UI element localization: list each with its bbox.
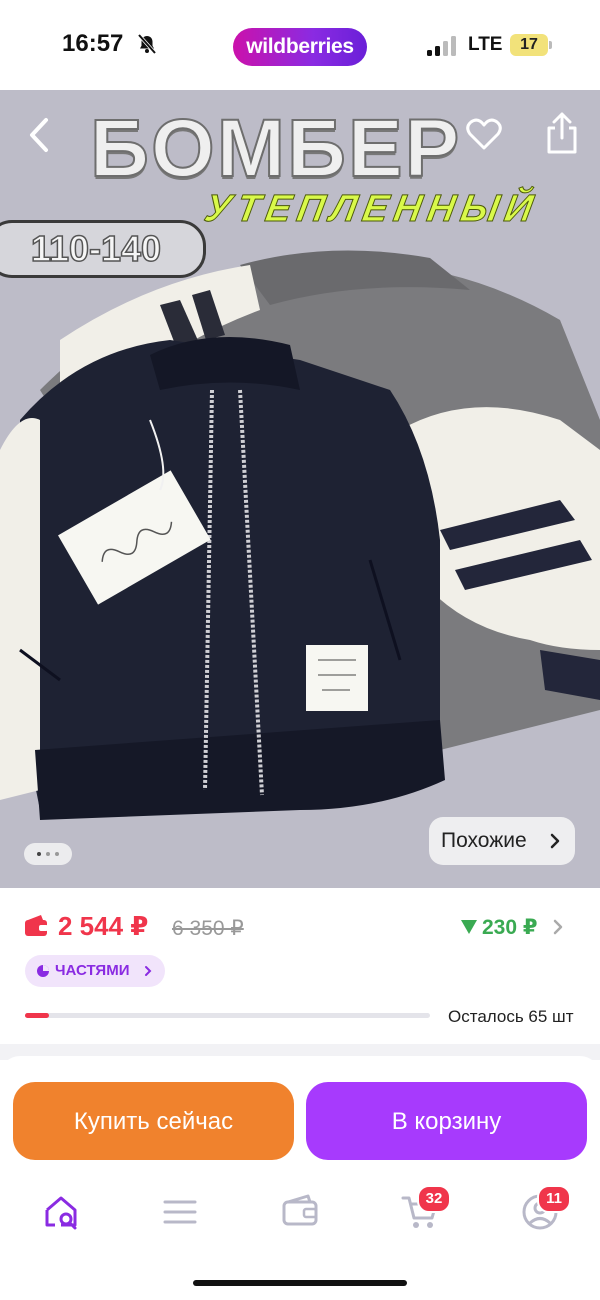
status-bar: 16:57 wildberries LTE 17 bbox=[0, 0, 600, 90]
share-icon bbox=[547, 112, 577, 154]
heart-icon bbox=[466, 118, 502, 150]
similar-label: Похожие bbox=[441, 829, 527, 852]
cart-badge: 32 bbox=[417, 1185, 451, 1213]
chevron-right-icon bbox=[550, 833, 560, 849]
cashback-amount[interactable]: 230 ₽ bbox=[482, 915, 537, 940]
gallery-pagination bbox=[24, 843, 72, 865]
home-search-icon bbox=[45, 1196, 77, 1230]
battery-tip bbox=[549, 41, 552, 49]
arrow-down-icon bbox=[461, 920, 477, 934]
status-time: 16:57 bbox=[62, 30, 124, 57]
pagination-dot-active bbox=[37, 852, 41, 856]
network-type: LTE bbox=[468, 34, 503, 55]
hero-title: БОМБЕР bbox=[89, 102, 462, 195]
stock-progress-fill bbox=[25, 1013, 50, 1018]
pagination-dot bbox=[46, 852, 50, 856]
current-price: 2 544 ₽ bbox=[58, 911, 149, 941]
chevron-right-icon bbox=[145, 966, 152, 976]
tab-home[interactable] bbox=[42, 1192, 82, 1232]
back-button[interactable] bbox=[22, 112, 58, 158]
add-to-cart-button[interactable]: В корзину bbox=[306, 1082, 587, 1160]
chevron-right-icon[interactable] bbox=[552, 918, 564, 936]
bell-muted-icon bbox=[137, 33, 157, 55]
installment-button[interactable]: ЧАСТЯМИ bbox=[25, 955, 165, 987]
battery-icon: 17 bbox=[510, 34, 548, 56]
old-price: 6 350 ₽ bbox=[172, 917, 244, 940]
chevron-left-icon bbox=[30, 118, 48, 152]
profile-badge: 11 bbox=[537, 1185, 571, 1213]
pagination-dot bbox=[55, 852, 59, 856]
product-image-gallery[interactable]: БОМБЕР УТЕПЛЕННЫЙ 110-140 Похожие bbox=[0, 90, 600, 888]
home-indicator bbox=[193, 1280, 407, 1286]
pie-icon bbox=[37, 965, 49, 977]
stock-progress-bar bbox=[25, 1013, 430, 1018]
hero-subtitle: УТЕПЛЕННЫЙ bbox=[201, 188, 543, 231]
wallet-icon bbox=[282, 1194, 318, 1226]
size-range-badge: 110-140 bbox=[0, 220, 206, 278]
stock-remaining: Осталось 65 шт bbox=[448, 1007, 574, 1026]
similar-button[interactable]: Похожие bbox=[429, 817, 575, 865]
tab-catalog[interactable] bbox=[160, 1192, 200, 1232]
brand-logo: wildberries bbox=[233, 28, 367, 66]
buy-now-button[interactable]: Купить сейчас bbox=[13, 1082, 294, 1160]
wallet-icon bbox=[25, 915, 48, 936]
battery-level: 17 bbox=[520, 36, 538, 53]
share-button[interactable] bbox=[542, 110, 582, 156]
installment-label: ЧАСТЯМИ bbox=[55, 962, 130, 979]
tab-wallet[interactable] bbox=[280, 1192, 320, 1232]
menu-icon bbox=[163, 1200, 197, 1224]
favorite-button[interactable] bbox=[464, 114, 504, 154]
signal-icon bbox=[427, 36, 459, 56]
